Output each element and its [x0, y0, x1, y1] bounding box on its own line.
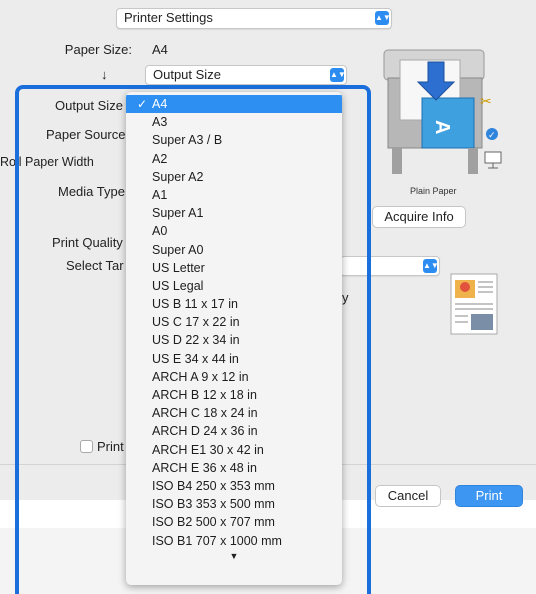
acquire-info-button[interactable]: Acquire Info [372, 206, 466, 228]
printer-settings-stepper-icon: ▲▼ [375, 11, 391, 25]
menu-item[interactable]: ISO B3 353 x 500 mm [126, 495, 342, 513]
menu-item[interactable]: US D 22 x 34 in [126, 331, 342, 349]
printer-settings-value: Printer Settings [124, 10, 213, 25]
menu-item-label: A3 [152, 115, 168, 130]
menu-item[interactable]: Super A1 [126, 204, 342, 222]
menu-item[interactable]: ARCH D 24 x 36 in [126, 422, 342, 440]
menu-item-label: Super A2 [152, 169, 204, 184]
menu-item-label: A4 [152, 97, 168, 111]
paper-size-label: Paper Size: [64, 42, 132, 57]
output-size-stepper-icon: ▲▼ [330, 68, 346, 82]
menu-item-label: ARCH B 12 x 18 in [152, 388, 257, 402]
menu-item-label: ARCH A 9 x 12 in [152, 369, 249, 384]
cancel-button[interactable]: Cancel [375, 485, 441, 507]
media-type-preview-label: Plain Paper [410, 186, 457, 196]
menu-item-label: US D 22 x 34 in [152, 333, 240, 348]
menu-item-label: US B 11 x 17 in [152, 297, 238, 312]
menu-item-label: ISO B2 500 x 707 mm [152, 515, 275, 530]
menu-item[interactable]: A3 [126, 113, 342, 131]
menu-item[interactable]: A0 [126, 222, 342, 240]
paper-size-value: A4 [152, 42, 168, 57]
menu-item[interactable]: ARCH A 9 x 12 in [126, 368, 342, 386]
menu-item[interactable]: US B 11 x 17 in [126, 295, 342, 313]
menu-item[interactable]: US C 17 x 22 in [126, 313, 342, 331]
menu-item-label: A0 [152, 224, 168, 239]
menu-item[interactable]: ISO B2 500 x 707 mm [126, 513, 342, 531]
menu-item[interactable]: ARCH C 18 x 24 in [126, 404, 342, 422]
menu-item-label: Super A1 [152, 206, 204, 221]
menu-item[interactable]: ✓ A4 [126, 95, 342, 114]
printer-illustration: A ✂ ✓ [366, 40, 516, 180]
menu-item-label: ISO B1 707 x 1000 mm [152, 533, 282, 548]
menu-item[interactable]: US Letter [126, 259, 342, 277]
menu-item-label: Super A3 / B [152, 133, 223, 148]
document-preview-icon [449, 272, 499, 336]
printer-settings-popup[interactable]: Printer Settings ▲▼ [116, 8, 392, 29]
menu-item[interactable]: ARCH B 12 x 18 in [126, 386, 342, 404]
menu-item-label: A1 [152, 187, 168, 202]
scroll-down-arrow-icon[interactable]: ▼ [126, 551, 342, 561]
checkmark-icon: ✓ [137, 97, 148, 111]
output-size-source-value: Output Size [153, 67, 221, 82]
menu-item-label: ARCH E 36 x 48 in [152, 460, 257, 475]
menu-item[interactable]: US E 34 x 44 in [126, 350, 342, 368]
menu-item[interactable]: A2 [126, 150, 342, 168]
menu-item[interactable]: ARCH E1 30 x 42 in [126, 441, 342, 459]
menu-item-label: ISO B3 353 x 500 mm [152, 497, 275, 512]
menu-item[interactable]: ARCH E 36 x 48 in [126, 459, 342, 477]
menu-item[interactable]: Super A3 / B [126, 131, 342, 149]
menu-item[interactable]: Super A0 [126, 241, 342, 259]
menu-item[interactable]: Super A2 [126, 168, 342, 186]
menu-item-label: ARCH D 24 x 36 in [152, 424, 258, 439]
select-target-stepper-icon: ▲▼ [423, 259, 439, 273]
menu-item-label: A2 [152, 151, 168, 166]
menu-item-label: US Letter [152, 260, 205, 275]
menu-item[interactable]: US Legal [126, 277, 342, 295]
menu-item[interactable]: ISO B4 250 x 353 mm [126, 477, 342, 495]
menu-item-label: ARCH C 18 x 24 in [152, 406, 258, 421]
menu-item-label: Super A0 [152, 242, 204, 257]
menu-item-label: ISO B4 250 x 353 mm [152, 478, 275, 493]
svg-text:✓: ✓ [488, 130, 496, 140]
menu-item-label: US E 34 x 44 in [152, 351, 239, 366]
svg-text:✂: ✂ [480, 93, 492, 109]
menu-item-label: ARCH E1 30 x 42 in [152, 442, 264, 457]
output-size-source-popup[interactable]: Output Size ▲▼ [145, 65, 347, 85]
menu-item[interactable]: A1 [126, 186, 342, 204]
print-button[interactable]: Print [455, 485, 523, 507]
down-arrow-icon: ↓ [101, 67, 108, 82]
menu-item-label: US C 17 x 22 in [152, 315, 240, 330]
menu-item[interactable]: ISO B1 707 x 1000 mm [126, 532, 342, 550]
output-size-dropdown-menu[interactable]: ✓ A4 A3 Super A3 / B A2 Super A2 A1 Super A1 A0 S… [126, 92, 342, 585]
menu-item-label: US Legal [152, 278, 204, 293]
svg-text:A: A [431, 120, 453, 134]
